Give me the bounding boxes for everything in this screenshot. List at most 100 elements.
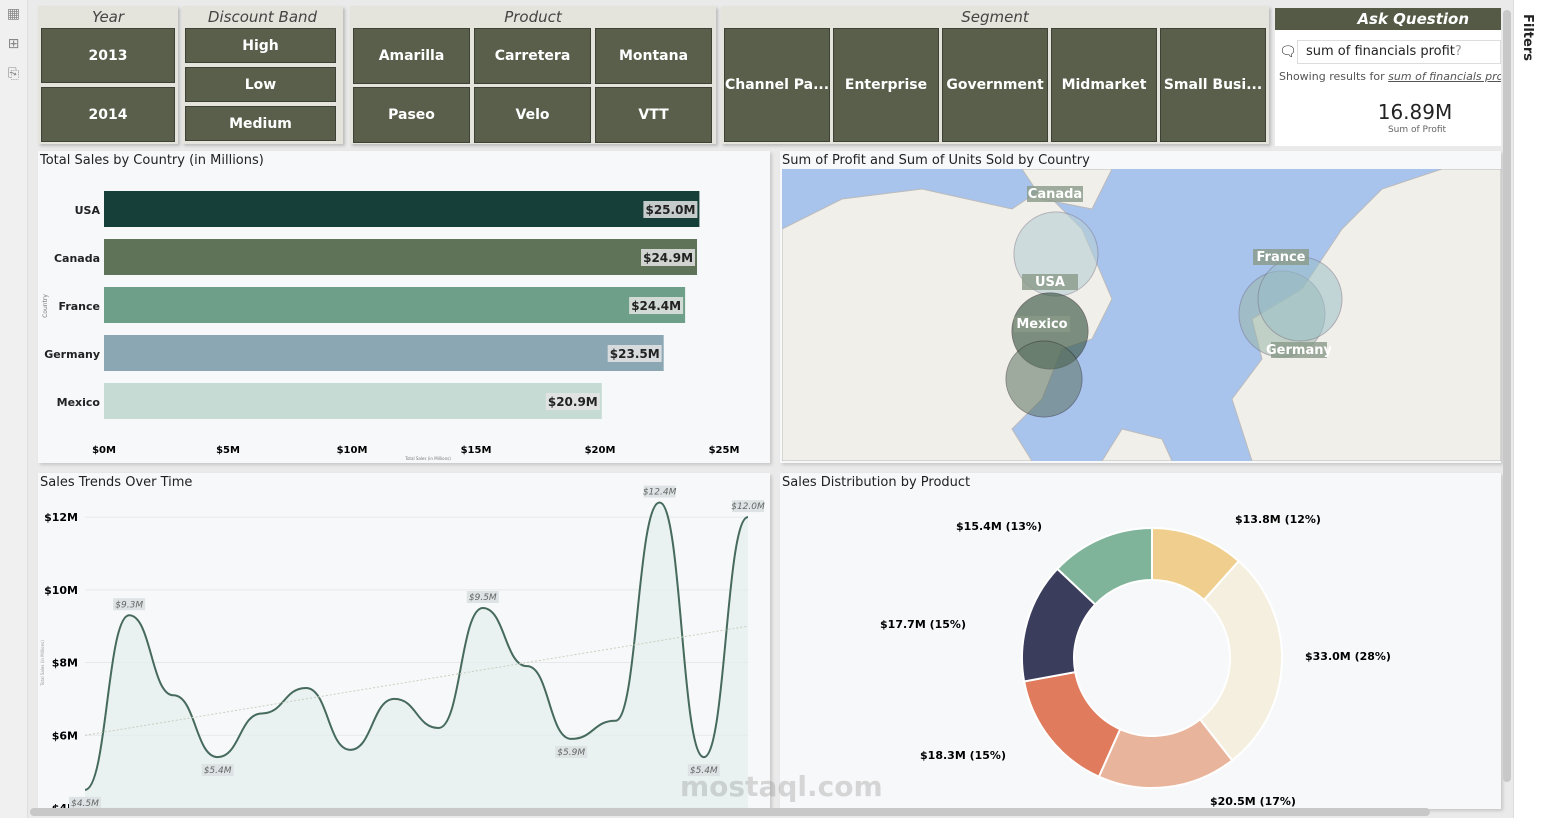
product-button[interactable]: Amarilla — [353, 28, 470, 84]
category-label: Canada — [54, 252, 100, 265]
year-2013-button[interactable]: 2013 — [41, 28, 175, 83]
slice-label: $15.4M (13%) — [956, 520, 1042, 533]
product-button[interactable]: Velo — [474, 87, 591, 143]
line-chart-svg: $4M$6M$8M$10M$12M$4.5M$9.3M$5.4M$9.5M$5.… — [40, 485, 765, 809]
table-view-icon[interactable]: ▦ — [0, 6, 27, 22]
slice-label: $20.5M (17%) — [1210, 795, 1296, 808]
data-label: $12.0M — [731, 502, 765, 512]
slicer-title: Discount Band — [207, 8, 318, 26]
category-label: France — [59, 300, 100, 313]
data-label: $24.9M — [643, 251, 693, 265]
x-tick-label: $5M — [216, 445, 240, 456]
discount-medium-button[interactable]: Medium — [185, 106, 336, 141]
donut-chart-svg: $13.8M (12%) $33.0M (28%) $20.5M (17%) $18.… — [880, 513, 1391, 808]
segment-button[interactable]: Enterprise — [833, 28, 939, 142]
year-2014-button[interactable]: 2014 — [41, 87, 175, 142]
data-label: $9.3M — [115, 600, 143, 610]
bar-mexico — [104, 383, 602, 419]
donut-slice — [1198, 559, 1283, 762]
product-button[interactable]: VTT — [595, 87, 712, 143]
slice-label: $13.8M (12%) — [1235, 513, 1321, 526]
filters-pane[interactable]: Filters — [1513, 0, 1546, 818]
discount-low-button[interactable]: Low — [185, 67, 336, 102]
product-button[interactable]: Paseo — [353, 87, 470, 143]
segment-slicer: Segment Channel Pa... Enterprise Governm… — [721, 6, 1269, 144]
bar-chart-svg: USA $25.0M Canada $24.9M France $24.4M Germany… — [42, 191, 740, 461]
x-tick-label: $25M — [709, 445, 740, 456]
chart-title: Sum of Profit and Sum of Units Sold by C… — [782, 153, 1090, 168]
ask-question-panel: Ask Question 🗨 sum of financials profit?… — [1275, 8, 1501, 146]
x-tick-label: $10M — [337, 445, 368, 456]
question-input[interactable]: sum of financials profit? — [1297, 40, 1501, 64]
discount-slicer: Discount Band High Low Medium — [182, 6, 343, 144]
map-label: Canada — [1028, 187, 1082, 202]
y-tick-label: $10M — [44, 584, 78, 597]
x-axis-label: Total Sales (in Millions) — [404, 456, 451, 461]
left-toolbar: ▦ ⊞ ⎘ — [0, 0, 28, 818]
map-label: France — [1256, 250, 1305, 265]
filters-label: Filters — [1520, 14, 1535, 61]
product-button[interactable]: Carretera — [474, 28, 591, 84]
x-tick-label: $15M — [461, 445, 492, 456]
map-svg[interactable]: Canada USA Mexico France Germany — [782, 169, 1501, 461]
y-tick-label: $6M — [52, 729, 78, 742]
discount-high-button[interactable]: High — [185, 28, 336, 63]
slicer-title: Year — [91, 8, 125, 26]
y-axis-label: Country — [42, 294, 49, 318]
map-label: Germany — [1266, 343, 1332, 358]
product-slicer: Product Amarilla Carretera Montana Paseo… — [350, 6, 716, 144]
data-label: $9.5M — [469, 593, 497, 603]
sales-trend-chart: Sales Trends Over Time $4M $6M $8M $10M $12M… — [38, 473, 770, 809]
showing-text: Showing results for — [1279, 70, 1389, 83]
bar-canada — [104, 239, 698, 275]
slice-label: $33.0M (28%) — [1305, 650, 1391, 663]
segment-button[interactable]: Small Busi... — [1160, 28, 1266, 142]
segment-button[interactable]: Midmarket — [1051, 28, 1157, 142]
model-view-icon[interactable]: ⊞ — [0, 36, 27, 52]
ask-question-title: Ask Question — [1275, 8, 1501, 30]
data-label: $5.9M — [557, 748, 585, 758]
data-label: $12.4M — [643, 488, 677, 498]
product-button[interactable]: Montana — [595, 28, 712, 84]
x-tick-label: $0M — [92, 445, 116, 456]
data-label: $5.4M — [204, 766, 232, 776]
data-label: $23.5M — [610, 347, 660, 361]
y-axis-label: Total Sales (in Millions) — [40, 640, 45, 687]
data-label: $25.0M — [645, 203, 695, 217]
slicer-title: Product — [504, 8, 562, 26]
bar-france — [104, 287, 686, 323]
map-label: Mexico — [1016, 317, 1067, 332]
data-label: $20.9M — [548, 395, 598, 409]
watermark: mostaql.com — [680, 770, 883, 803]
sales-by-country-chart: Total Sales by Country (in Millions) USA… — [38, 151, 770, 463]
query-suffix: ? — [1454, 44, 1462, 59]
query-text: sum of financials profit — [1306, 44, 1455, 59]
area-fill — [85, 502, 748, 808]
bar-usa — [104, 191, 700, 227]
y-tick-label: $12M — [44, 511, 78, 524]
slice-label: $17.7M (15%) — [880, 618, 966, 631]
profit-units-map: Sum of Profit and Sum of Units Sold by C… — [780, 151, 1501, 463]
dax-view-icon[interactable]: ⎘ — [0, 66, 27, 82]
slicer-title: Segment — [961, 8, 1029, 26]
showing-link[interactable]: sum of financials prof — [1388, 70, 1501, 83]
category-label: USA — [75, 204, 101, 217]
chat-icon: 🗨 — [1279, 44, 1297, 60]
segment-button[interactable]: Government — [942, 28, 1048, 142]
year-slicer: Year 2013 2014 — [38, 6, 178, 144]
bubble-france — [1257, 256, 1343, 342]
bar-germany — [104, 335, 664, 371]
map-label: USA — [1035, 275, 1065, 290]
segment-button[interactable]: Channel Pa... — [724, 28, 830, 142]
bubble-mexico — [1005, 340, 1083, 418]
data-label: $24.4M — [631, 299, 681, 313]
sales-by-product-chart: Sales Distribution by Product $13.8M (12… — [780, 473, 1501, 809]
category-label: Mexico — [57, 396, 101, 409]
slice-label: $18.3M (15%) — [920, 749, 1006, 762]
donut-slice — [1022, 670, 1122, 778]
x-tick-label: $20M — [585, 445, 616, 456]
y-tick-label: $8M — [52, 657, 78, 670]
vertical-scrollbar[interactable] — [1503, 10, 1511, 782]
horizontal-scrollbar[interactable] — [30, 808, 1430, 816]
category-label: Germany — [44, 348, 100, 361]
